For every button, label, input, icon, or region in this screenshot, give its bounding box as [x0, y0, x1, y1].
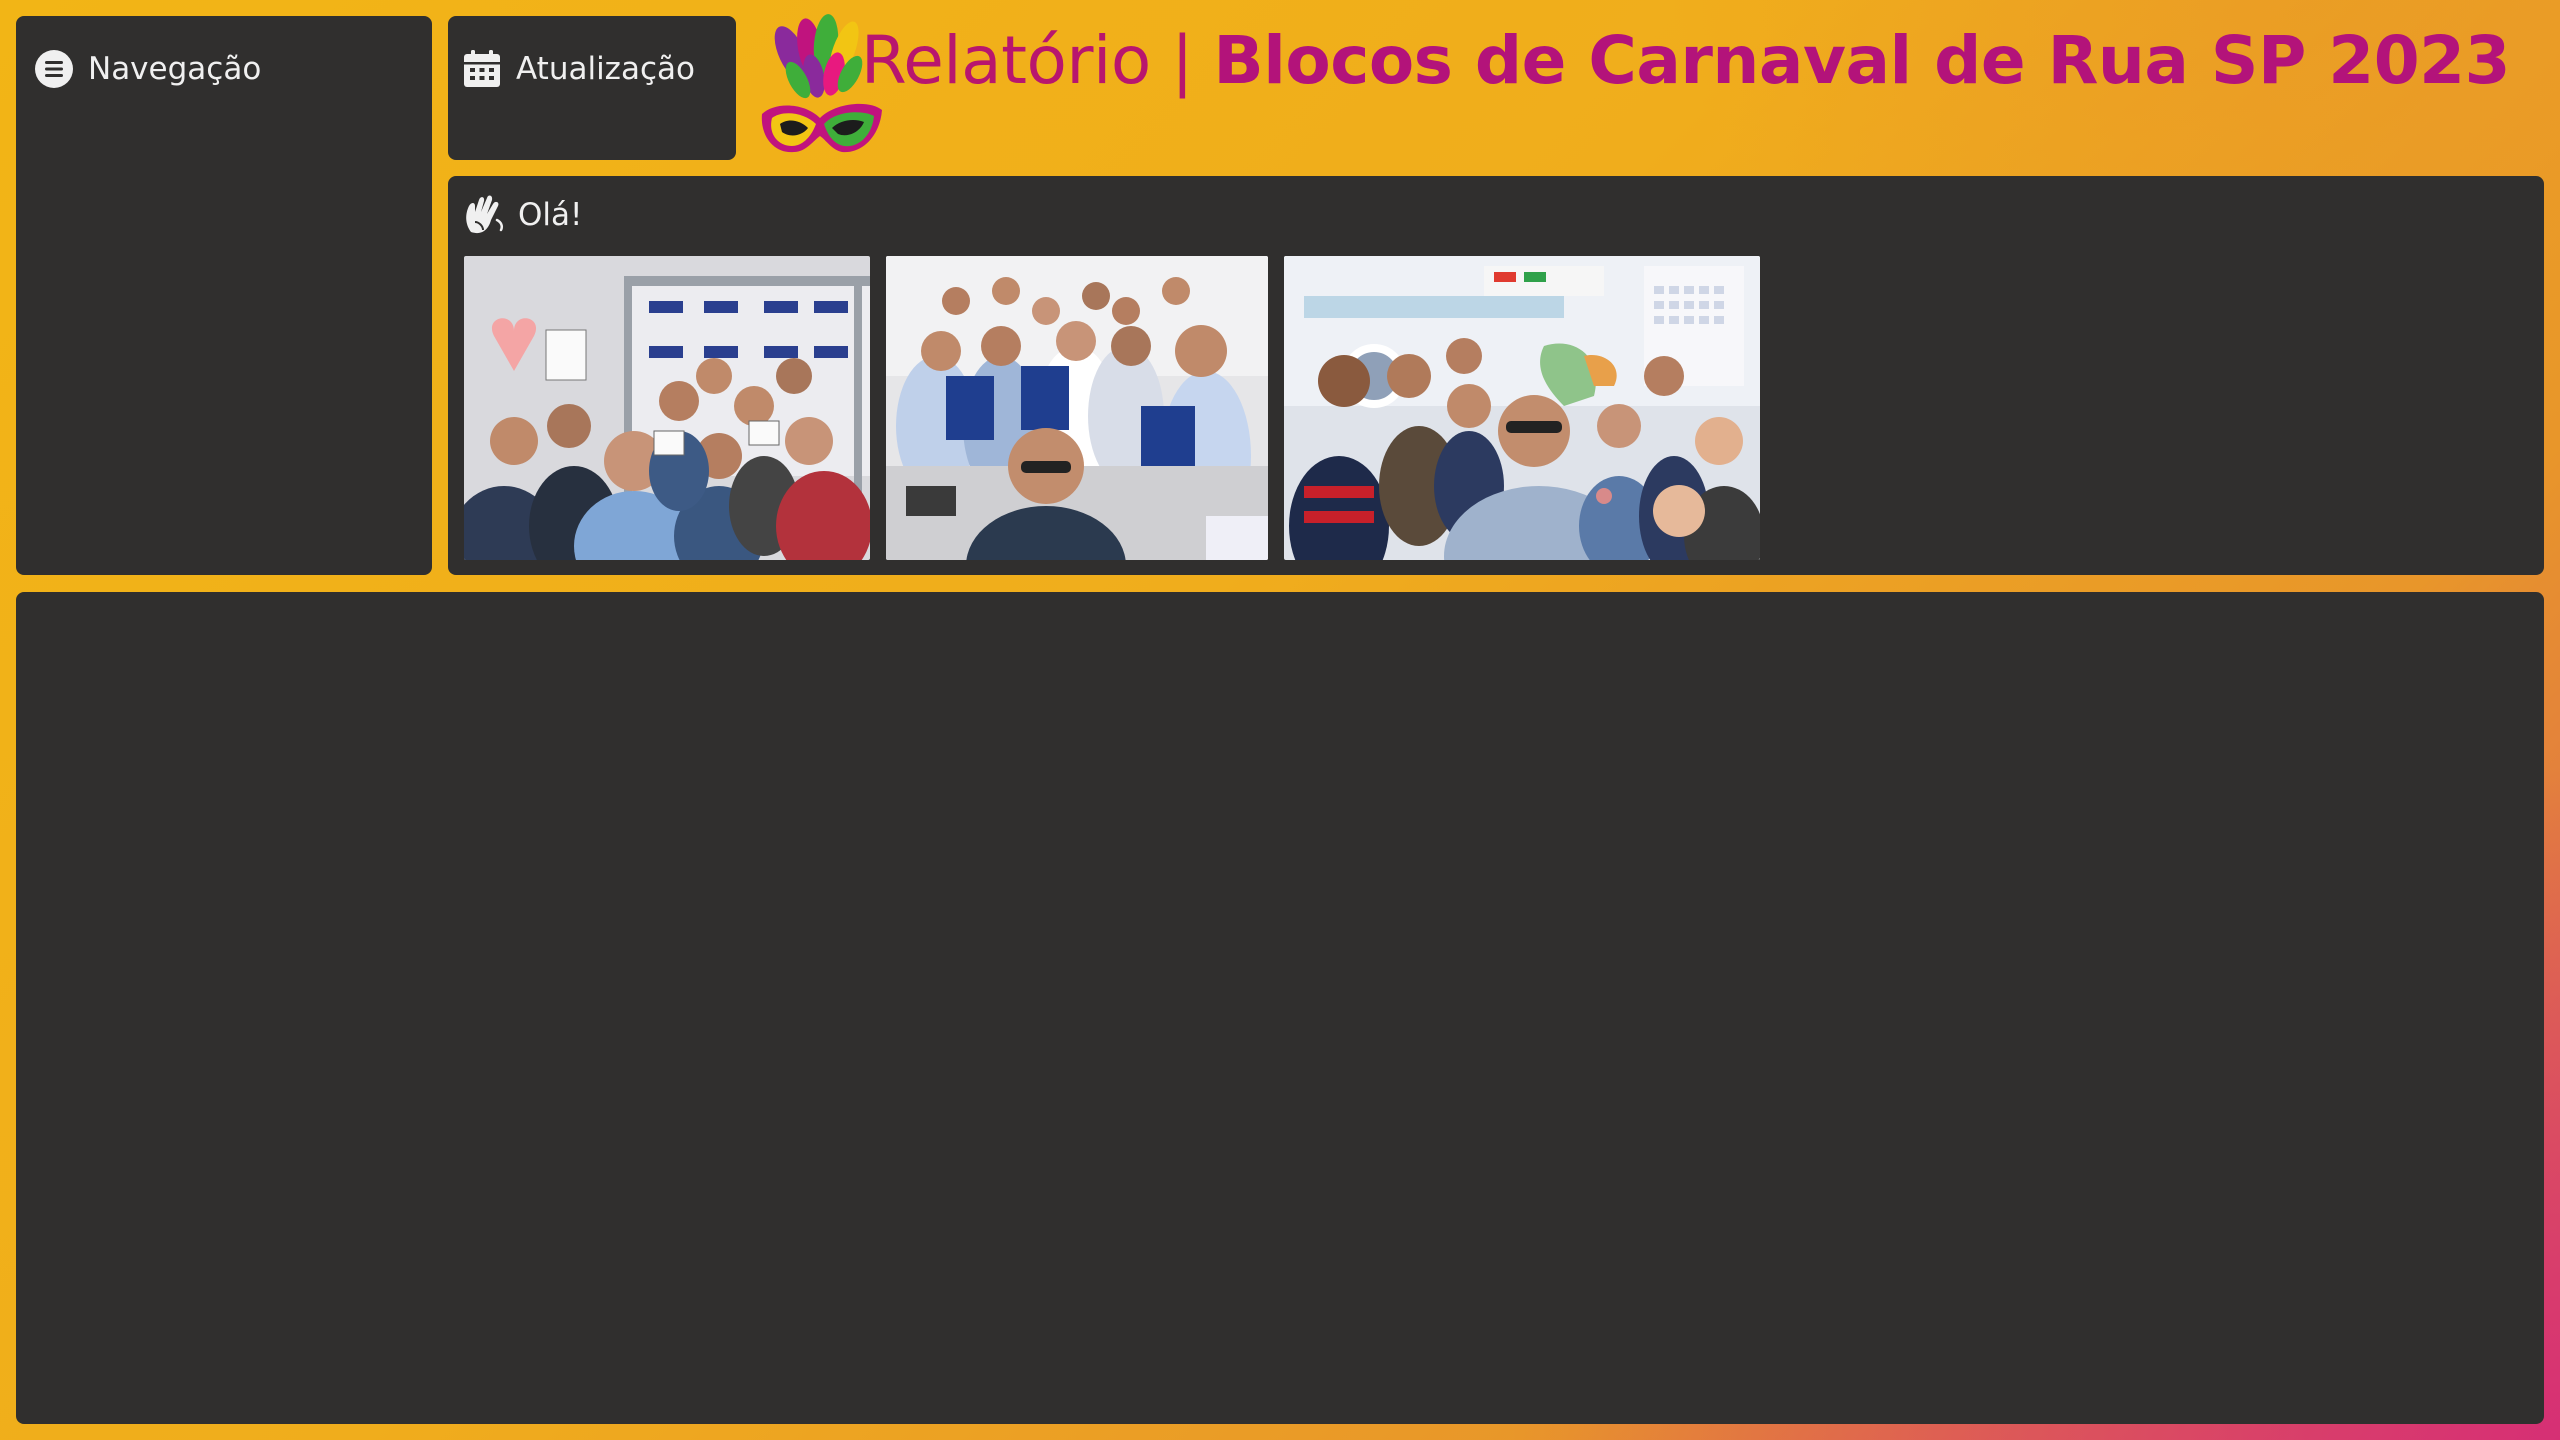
navigation-panel: Navegação [16, 16, 432, 575]
update-panel: Atualização [448, 16, 736, 160]
hello-label: Olá! [518, 197, 583, 233]
menu-circle-icon[interactable] [30, 45, 78, 93]
calendar-icon [458, 45, 506, 93]
hello-panel: Olá! [448, 176, 2544, 575]
report-title: Relatório | Blocos de Carnaval de Rua SP… [860, 22, 2511, 99]
group-photo-2 [886, 256, 1268, 560]
group-photo-3 [1284, 256, 1760, 560]
group-photo-1 [464, 256, 870, 560]
title-prefix: Relatório [860, 22, 1151, 99]
main-content-panel [16, 592, 2544, 1424]
navigation-label: Navegação [88, 51, 262, 87]
title-separator: | [1171, 22, 1193, 99]
update-header: Atualização [458, 44, 695, 94]
title-main: Blocos de Carnaval de Rua SP 2023 [1213, 22, 2510, 99]
hello-header: Olá! [460, 190, 582, 240]
waving-hands-icon [460, 191, 508, 239]
update-label: Atualização [516, 51, 695, 87]
navigation-header[interactable]: Navegação [30, 44, 261, 94]
